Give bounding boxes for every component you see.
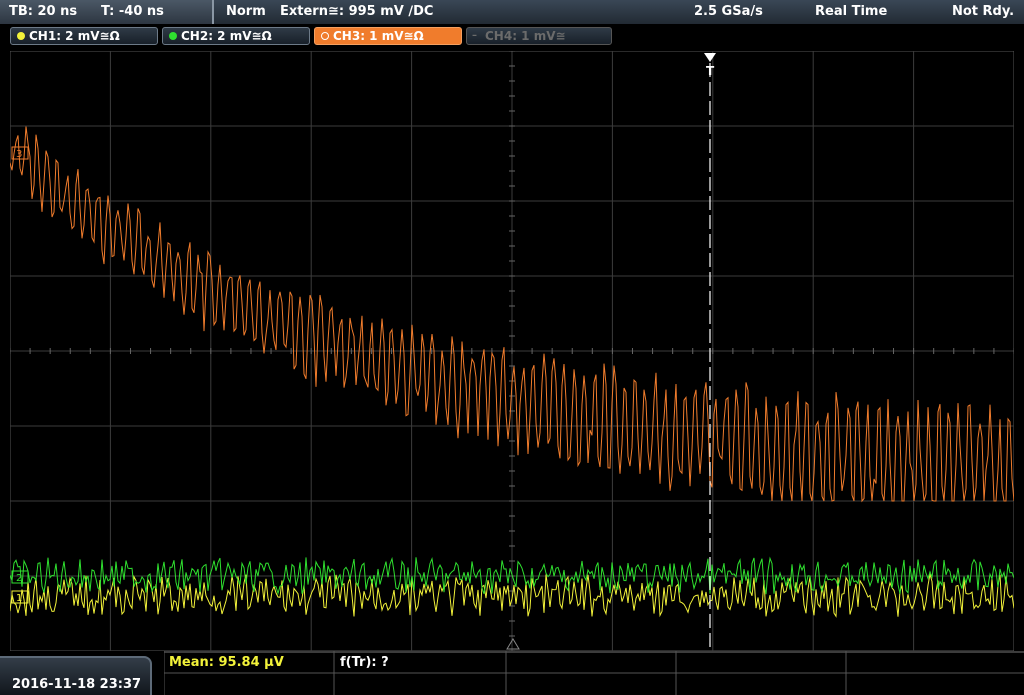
- datetime-box: 2016-11-18 23:37: [0, 656, 152, 695]
- mean-measurement[interactable]: Mean: 95.84 µV: [169, 655, 284, 670]
- channel-bar: CH1: 2 mV≅Ω CH2: 2 mV≅Ω CH3: 1 mV≅Ω – CH…: [0, 24, 1024, 48]
- frequency-measurement[interactable]: f(Tr): ?: [340, 655, 389, 670]
- channel-4-label: CH4: 1 mV≅: [485, 29, 566, 43]
- waveform-display[interactable]: T 3 2 1: [10, 51, 1014, 651]
- channel-2-dot-icon: [169, 32, 177, 40]
- datetime-label: 2016-11-18 23:37: [12, 677, 142, 692]
- sample-rate: 2.5 GSa/s: [694, 4, 763, 19]
- channel-4-off-icon: –: [472, 30, 477, 41]
- channel-3-dot-icon: [321, 32, 329, 40]
- channel-1-button[interactable]: CH1: 2 mV≅Ω: [10, 27, 158, 45]
- channel-3-marker-label: 3: [16, 149, 22, 160]
- trigger-marker-label: T: [706, 64, 715, 78]
- channel-4-button[interactable]: – CH4: 1 mV≅: [466, 27, 612, 45]
- trigger-mode[interactable]: Norm: [226, 4, 266, 19]
- timebase-label: TB: 20 ns: [9, 4, 78, 19]
- trigger-source[interactable]: Extern≅: 995 mV ∕DC: [280, 4, 433, 19]
- timebase-box[interactable]: TB: 20 ns T: -40 ns: [0, 0, 214, 24]
- channel-1-label: CH1: 2 mV≅Ω: [29, 29, 120, 43]
- channel-1-dot-icon: [17, 32, 25, 40]
- channel-2-button[interactable]: CH2: 2 mV≅Ω: [162, 27, 310, 45]
- channel-2-marker-label: 2: [16, 573, 22, 584]
- channel-3-label: CH3: 1 mV≅Ω: [333, 29, 424, 43]
- channel-1-marker-label: 1: [16, 593, 22, 604]
- run-status: Not Rdy.: [952, 4, 1015, 19]
- channel-2-label: CH2: 2 mV≅Ω: [181, 29, 272, 43]
- status-bar: TB: 20 ns T: -40 ns Norm Extern≅: 995 mV…: [0, 0, 1024, 24]
- measurement-grid: [164, 651, 1024, 695]
- trigger-time-label: T: -40 ns: [101, 4, 164, 19]
- acquisition-mode: Real Time: [815, 4, 888, 19]
- channel-3-button[interactable]: CH3: 1 mV≅Ω: [314, 27, 462, 45]
